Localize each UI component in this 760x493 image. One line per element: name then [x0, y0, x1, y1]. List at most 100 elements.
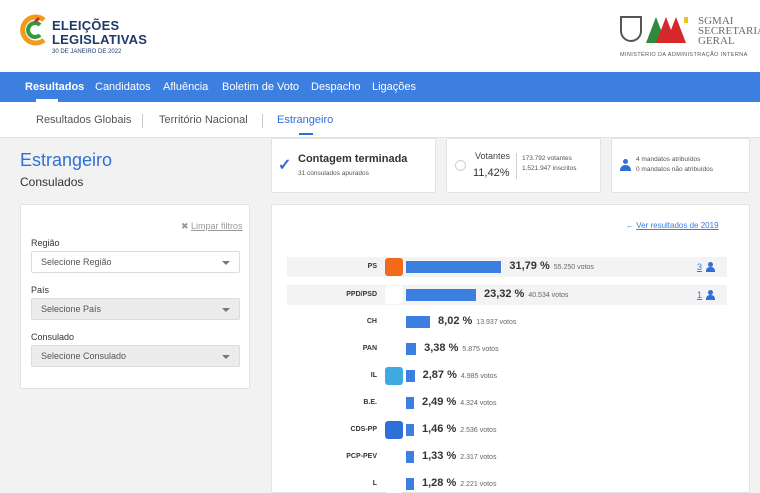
nav-ligacoes[interactable]: Ligações	[372, 72, 416, 102]
party-logo-icon	[385, 258, 403, 276]
result-row: PCP-PEV 1,33 % 2.317 votos	[287, 447, 727, 467]
result-row: PAN 3,38 % 5.875 votos	[287, 339, 727, 359]
party-name: L	[372, 480, 377, 487]
consulate-select-value: Selecione Consulado	[41, 351, 127, 361]
region-label: Região	[31, 238, 60, 248]
progress-ring-icon	[455, 160, 466, 171]
tab-active-indicator	[299, 133, 313, 135]
nav-resultados[interactable]: Resultados	[25, 72, 84, 102]
turnout-percentage: 11,42%	[473, 167, 510, 179]
mandates-assigned: 4 mandatos atribuídos	[636, 156, 701, 163]
party-logo-icon	[385, 367, 403, 385]
party-name: IL	[370, 372, 377, 379]
result-bar	[406, 478, 414, 490]
party-votes: 13.937 votos	[476, 319, 517, 326]
party-percentage: 2,87 % 4.985 votos	[423, 369, 497, 381]
gov-name-3: GERAL	[698, 35, 735, 47]
party-name: PS	[367, 263, 377, 270]
party-percentage-value: 1,46 %	[422, 423, 457, 435]
clear-filters-label: Limpar filtros	[191, 221, 243, 231]
region-select[interactable]: Selecione Região	[31, 251, 240, 273]
party-percentage: 1,33 % 2.317 votos	[422, 450, 496, 462]
elections-logo[interactable]: ELEIÇÕES LEGISLATIVAS 30 DE JANEIRO DE 2…	[20, 12, 160, 60]
consulate-label: Consulado	[31, 332, 75, 342]
country-label: País	[31, 285, 50, 295]
party-percentage: 8,02 % 13.937 votos	[438, 315, 516, 327]
party-percentage-value: 2,49 %	[422, 396, 457, 408]
party-percentage: 23,32 % 40.534 votos	[484, 288, 568, 300]
country-select[interactable]: Selecione País	[31, 298, 240, 320]
page-subtitle: Consulados	[20, 175, 84, 189]
clear-filters-link[interactable]: ✖ Limpar filtros	[181, 221, 243, 232]
nav-afluencia[interactable]: Afluência	[163, 72, 208, 102]
check-icon: ✓	[278, 157, 292, 174]
voters-count: 173.792 votantes	[522, 155, 572, 162]
result-row: PS 31,79 % 55.250 votos 3	[287, 257, 727, 277]
party-percentage-value: 31,79 %	[509, 260, 550, 272]
party-percentage-value: 23,32 %	[483, 288, 525, 300]
party-percentage-value: 8,02 %	[438, 315, 473, 327]
results-panel: ← Ver resultados de 2019 PS 31,79 % 55.250…	[271, 204, 750, 493]
ministry-mark-icon	[646, 17, 688, 43]
tab-estrangeiro[interactable]: Estrangeiro	[277, 114, 333, 126]
tab-territorio-nacional[interactable]: Território Nacional	[159, 114, 248, 126]
result-row: IL 2,87 % 4.985 votos	[287, 366, 727, 386]
party-seats[interactable]: 1	[697, 290, 702, 300]
tab-resultados-globais[interactable]: Resultados Globais	[36, 114, 131, 126]
party-votes: 2.536 votos	[460, 427, 497, 434]
party-percentage: 1,46 % 2.536 votos	[422, 423, 496, 435]
party-name: PAN	[362, 345, 377, 352]
result-row: PPD/PSD 23,32 % 40.534 votos 1	[287, 285, 727, 305]
party-logo-icon	[385, 421, 403, 439]
logo-line-2: LEGISLATIVAS	[52, 32, 148, 47]
consulate-select[interactable]: Selecione Consulado	[31, 345, 240, 367]
party-seats[interactable]: 3	[697, 262, 702, 272]
logo-date: 30 DE JANEIRO DE 2022	[52, 49, 122, 55]
result-bar	[406, 316, 431, 328]
party-votes: 2.221 votos	[460, 481, 497, 488]
party-percentage: 3,38 % 5.875 votos	[424, 342, 498, 354]
previous-results-label: Ver resultados de 2019	[636, 221, 719, 230]
result-bar	[406, 424, 414, 436]
nav-despacho[interactable]: Despacho	[311, 72, 361, 102]
result-row: L 1,28 % 2.221 votos	[287, 474, 727, 493]
party-logo-icon	[385, 394, 403, 412]
party-name: CH	[366, 318, 377, 325]
person-icon	[620, 159, 631, 171]
registered-count: 1.521.947 inscritos	[522, 165, 577, 172]
party-votes: 5.875 votos	[462, 346, 499, 353]
result-bar	[406, 343, 417, 355]
mandates-unassigned: 0 mandatos não atribuídos	[636, 166, 713, 173]
party-logo-icon	[385, 448, 403, 466]
party-votes: 2.317 votos	[460, 454, 497, 461]
nav-boletim-de-voto[interactable]: Boletim de Voto	[222, 72, 299, 102]
result-row: CH 8,02 % 13.937 votos	[287, 312, 727, 332]
result-bar	[406, 451, 414, 463]
result-row: CDS-PP 1,46 % 2.536 votos	[287, 420, 727, 440]
elections-logo-icon	[20, 14, 46, 46]
sub-nav: Resultados Globais Território Nacional E…	[0, 102, 760, 138]
country-select-value: Selecione País	[41, 304, 102, 314]
party-logo-icon	[385, 475, 403, 493]
filters-panel: ✖ Limpar filtros Região Selecione Região…	[20, 204, 250, 389]
page-title: Estrangeiro	[20, 150, 113, 170]
count-status-subtitle: 31 consulados apurados	[298, 170, 369, 177]
party-logo-icon	[385, 313, 403, 331]
party-logo-icon	[385, 286, 403, 304]
party-name: CDS-PP	[350, 426, 377, 433]
party-votes: 40.534 votos	[528, 292, 569, 299]
count-status-title: Contagem terminada	[298, 153, 408, 165]
previous-results-link[interactable]: ← Ver resultados de 2019	[626, 221, 719, 230]
party-name: PPD/PSD	[346, 291, 377, 298]
region-select-value: Selecione Região	[41, 257, 112, 267]
party-logo-icon	[385, 340, 403, 358]
turnout-card: Votantes 11,42% 173.792 votantes 1.521.9…	[446, 138, 601, 193]
nav-candidatos[interactable]: Candidatos	[95, 72, 151, 102]
result-row: B.E. 2,49 % 4.324 votos	[287, 393, 727, 413]
count-status-card: ✓ Contagem terminada 31 consulados apura…	[271, 138, 436, 193]
party-percentage: 2,49 % 4.324 votos	[422, 396, 496, 408]
party-percentage-value: 2,87 %	[422, 369, 457, 381]
chevron-down-icon	[222, 355, 230, 359]
party-name: PCP-PEV	[346, 453, 377, 460]
sgmai-logo[interactable]: SGMAI SECRETARIA GERAL MINISTÉRIO DA ADM…	[616, 14, 760, 66]
